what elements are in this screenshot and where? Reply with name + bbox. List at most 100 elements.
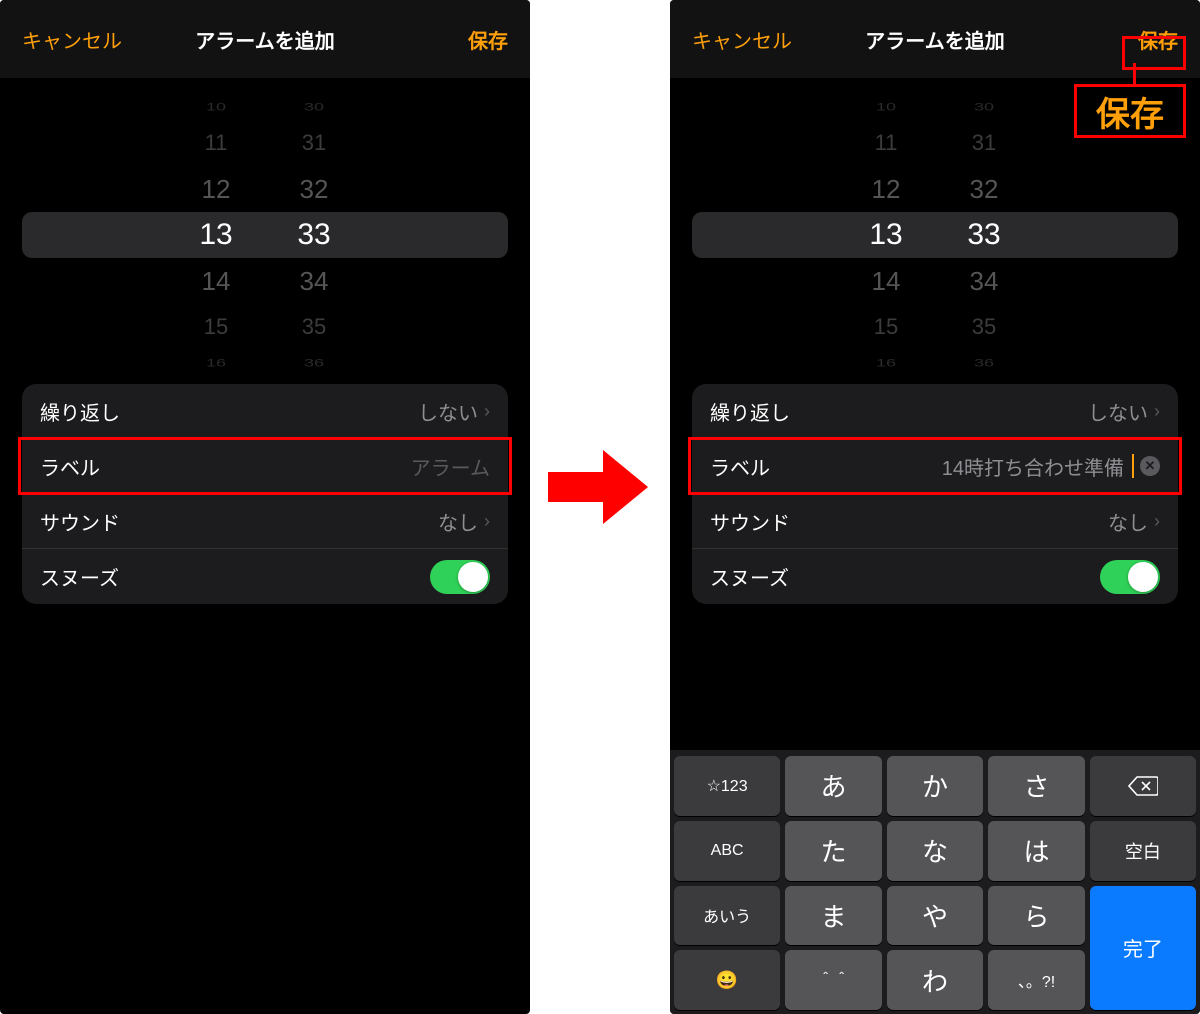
nav-bar: キャンセル アラームを追加 保存	[0, 0, 530, 78]
minute-option[interactable]: 36	[941, 355, 1027, 371]
key-emoji[interactable]: 😀	[674, 950, 780, 1010]
page-title: アラームを追加	[195, 25, 334, 54]
minute-option[interactable]: 30	[941, 99, 1027, 115]
key-num-mode[interactable]: ☆123	[674, 756, 780, 816]
minute-option[interactable]: 31	[271, 120, 357, 166]
snooze-toggle[interactable]	[430, 560, 490, 594]
minute-option[interactable]: 34	[271, 258, 357, 304]
backspace-icon	[1128, 775, 1158, 797]
sound-label: サウンド	[710, 507, 790, 536]
key-space[interactable]: 空白	[1090, 821, 1196, 881]
sound-value: なし ›	[438, 507, 490, 536]
hour-option[interactable]: 12	[843, 166, 929, 212]
hour-selected[interactable]: 13	[843, 212, 929, 258]
hour-option[interactable]: 15	[173, 304, 259, 350]
arrow-right-icon	[548, 450, 648, 524]
chevron-right-icon: ›	[1154, 511, 1160, 532]
minute-selected[interactable]: 33	[941, 212, 1027, 258]
clear-text-icon[interactable]: ✕	[1140, 456, 1160, 476]
snooze-toggle[interactable]	[1100, 560, 1160, 594]
right-screenshot: キャンセル アラームを追加 保存 保存 10 11 12 13 14 15 16…	[670, 0, 1200, 1014]
key-ka[interactable]: か	[887, 756, 984, 816]
snooze-label: スヌーズ	[40, 562, 119, 591]
time-picker[interactable]: 10 11 12 13 14 15 16 30 31 32 33 34 35 3…	[0, 84, 530, 364]
key-na[interactable]: な	[887, 821, 984, 881]
nav-bar: キャンセル アラームを追加 保存	[670, 0, 1200, 78]
sound-value: なし ›	[1108, 507, 1160, 536]
key-ha[interactable]: は	[988, 821, 1085, 881]
hour-option[interactable]: 16	[173, 355, 259, 371]
minute-column[interactable]: 30 31 32 33 34 35 36	[271, 94, 357, 364]
hour-column[interactable]: 10 11 12 13 14 15 16	[843, 94, 929, 364]
repeat-value: しない ›	[1088, 397, 1160, 426]
sound-label: サウンド	[40, 507, 120, 536]
key-ya[interactable]: や	[887, 886, 984, 946]
snooze-row: スヌーズ	[692, 549, 1178, 604]
key-wa[interactable]: わ	[887, 950, 984, 1010]
japanese-keyboard: ☆123 あ か さ ABC た な は 空白 あいう ま や ら 完了 😀 ＾…	[670, 750, 1200, 1014]
chevron-right-icon: ›	[484, 511, 490, 532]
minute-option[interactable]: 32	[271, 166, 357, 212]
minute-option[interactable]: 35	[271, 304, 357, 350]
toggle-knob	[458, 562, 488, 592]
hour-option[interactable]: 10	[843, 99, 929, 115]
hour-option[interactable]: 11	[843, 120, 929, 166]
key-komoji[interactable]: ＾＾	[785, 950, 882, 1010]
label-label: ラベル	[710, 452, 770, 481]
key-sa[interactable]: さ	[988, 756, 1085, 816]
chevron-right-icon: ›	[484, 401, 490, 422]
chevron-right-icon: ›	[1154, 401, 1160, 422]
settings-list: 繰り返し しない › ラベル アラーム サウンド なし › スヌーズ	[22, 384, 508, 604]
minute-option[interactable]: 34	[941, 258, 1027, 304]
repeat-value: しない ›	[418, 397, 490, 426]
hour-option[interactable]: 16	[843, 355, 929, 371]
hour-option[interactable]: 15	[843, 304, 929, 350]
page-title: アラームを追加	[865, 25, 1004, 54]
sound-row[interactable]: サウンド なし ›	[692, 494, 1178, 549]
minute-option[interactable]: 30	[271, 99, 357, 115]
cancel-button[interactable]: キャンセル	[692, 25, 792, 54]
save-button[interactable]: 保存	[468, 25, 508, 54]
key-abc-mode[interactable]: ABC	[674, 821, 780, 881]
text-cursor	[1132, 454, 1134, 478]
hour-option[interactable]: 14	[843, 258, 929, 304]
minute-option[interactable]: 35	[941, 304, 1027, 350]
settings-list: 繰り返し しない › ラベル 14時打ち合わせ準備 ✕ サウンド なし › スヌ…	[692, 384, 1178, 604]
hour-option[interactable]: 12	[173, 166, 259, 212]
key-ta[interactable]: た	[785, 821, 882, 881]
hour-selected[interactable]: 13	[173, 212, 259, 258]
label-value: 14時打ち合わせ準備 ✕	[942, 452, 1160, 481]
highlight-save-small	[1122, 36, 1186, 70]
minute-column[interactable]: 30 31 32 33 34 35 36	[941, 94, 1027, 364]
key-ma[interactable]: ま	[785, 886, 882, 946]
key-done[interactable]: 完了	[1090, 886, 1196, 1011]
minute-option[interactable]: 36	[271, 355, 357, 371]
key-punct[interactable]: 、。?!	[988, 950, 1085, 1010]
hour-option[interactable]: 10	[173, 99, 259, 115]
repeat-row[interactable]: 繰り返し しない ›	[22, 384, 508, 439]
minute-option[interactable]: 31	[941, 120, 1027, 166]
sound-row[interactable]: サウンド なし ›	[22, 494, 508, 549]
toggle-knob	[1128, 562, 1158, 592]
key-backspace[interactable]	[1090, 756, 1196, 816]
cancel-button[interactable]: キャンセル	[22, 25, 122, 54]
key-ra[interactable]: ら	[988, 886, 1085, 946]
snooze-label: スヌーズ	[710, 562, 789, 591]
callout-save: 保存	[1074, 84, 1186, 138]
minute-option[interactable]: 32	[941, 166, 1027, 212]
repeat-label: 繰り返し	[40, 397, 120, 426]
hour-option[interactable]: 11	[173, 120, 259, 166]
label-label: ラベル	[40, 452, 100, 481]
minute-selected[interactable]: 33	[271, 212, 357, 258]
label-row[interactable]: ラベル アラーム	[22, 439, 508, 494]
key-kana-mode[interactable]: あいう	[674, 886, 780, 946]
repeat-row[interactable]: 繰り返し しない ›	[692, 384, 1178, 439]
label-row[interactable]: ラベル 14時打ち合わせ準備 ✕	[692, 439, 1178, 494]
repeat-label: 繰り返し	[710, 397, 790, 426]
snooze-row: スヌーズ	[22, 549, 508, 604]
key-a[interactable]: あ	[785, 756, 882, 816]
hour-column[interactable]: 10 11 12 13 14 15 16	[173, 94, 259, 364]
hour-option[interactable]: 14	[173, 258, 259, 304]
left-screenshot: キャンセル アラームを追加 保存 10 11 12 13 14 15 16 30…	[0, 0, 530, 1014]
label-placeholder: アラーム	[411, 452, 490, 481]
